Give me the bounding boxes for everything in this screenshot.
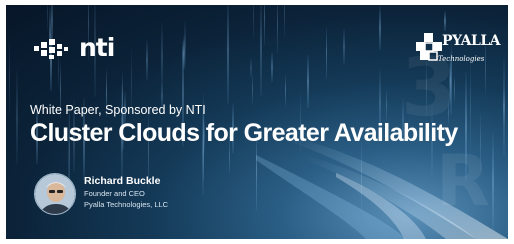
author-role: Founder and CEO: [84, 189, 145, 198]
author-avatar: [34, 173, 76, 215]
page-title: Cluster Clouds for Greater Availability: [30, 119, 458, 147]
author-name: Richard Buckle: [84, 175, 161, 187]
whitepaper-banner[interactable]: 3 R nti PYALLA Technologies White Paper,…: [6, 5, 508, 239]
nti-logo[interactable]: nti: [32, 33, 115, 62]
nti-logo-text: nti: [79, 33, 115, 62]
pyalla-logo[interactable]: PYALLA Technologies: [416, 33, 501, 73]
sponsor-eyebrow: White Paper, Sponsored by NTI: [30, 103, 206, 117]
nti-logo-mark-icon: [34, 39, 68, 59]
pyalla-logo-subtitle: Technologies: [438, 55, 485, 63]
pyalla-logo-name: PYALLA: [442, 33, 501, 49]
svg-text:R: R: [436, 140, 490, 222]
author-organization: Pyalla Technologies, LLC: [84, 200, 169, 209]
